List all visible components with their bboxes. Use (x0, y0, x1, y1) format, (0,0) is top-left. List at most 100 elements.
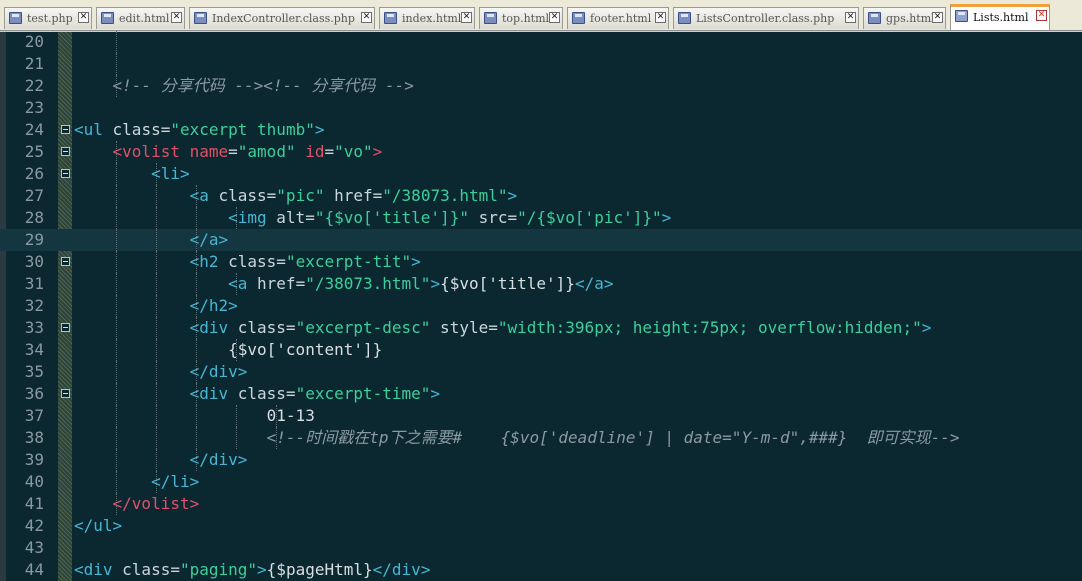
line-number: 29 (24, 230, 44, 249)
line-number: 41 (24, 494, 44, 513)
line-number: 38 (24, 428, 44, 447)
fold-toggle-icon[interactable] (61, 323, 70, 332)
line-number: 35 (24, 362, 44, 381)
line-number: 24 (24, 120, 44, 139)
tab-lists-html[interactable]: Lists.html ✕ (950, 4, 1050, 30)
code-line[interactable]: 31 <a href="/38073.html">{$vo['title']}<… (0, 273, 1082, 295)
code-line[interactable]: 41 </volist> (0, 493, 1082, 515)
close-icon[interactable]: ✕ (845, 12, 856, 23)
code-text: <div class="excerpt-time"> (189, 384, 441, 403)
fold-toggle-icon[interactable] (61, 169, 70, 178)
html-file-icon (868, 12, 881, 24)
php-file-icon (194, 12, 207, 24)
tab-label: edit.html (119, 12, 170, 25)
code-text: <volist name="amod" id="vo"> (112, 142, 383, 161)
html-file-icon (101, 12, 114, 24)
indent-guide (116, 53, 117, 75)
tab-label: Lists.html (973, 11, 1029, 24)
line-number: 22 (24, 76, 44, 95)
code-text: </div> (189, 362, 248, 381)
close-icon[interactable]: ✕ (78, 12, 89, 23)
close-icon[interactable]: ✕ (549, 12, 560, 23)
tab-indexcontroller-class-php[interactable]: IndexController.class.php ✕ (189, 7, 375, 29)
tab-gps-html[interactable]: gps.html ✕ (863, 7, 946, 29)
code-text: {$vo['content']} (228, 340, 383, 359)
tab-label: IndexController.class.php (212, 12, 355, 25)
line-number: 28 (24, 208, 44, 227)
line-number: 27 (24, 186, 44, 205)
close-icon[interactable]: ✕ (171, 12, 182, 23)
code-line[interactable]: 43 (0, 537, 1082, 559)
code-line[interactable]: 20 (0, 31, 1082, 53)
code-line[interactable]: 42 </ul> (0, 515, 1082, 537)
code-line[interactable]: 29 </a> (0, 229, 1082, 251)
code-line[interactable]: 21 (0, 53, 1082, 75)
indent-guide (116, 31, 117, 53)
code-text: <h2 class="excerpt-tit"> (189, 252, 421, 271)
fold-toggle-icon[interactable] (61, 257, 70, 266)
tab-label: ListsController.class.php (696, 12, 835, 25)
code-text: </a> (189, 230, 229, 249)
tab-index-html[interactable]: index.html ✕ (379, 7, 475, 29)
code-text: </volist> (112, 494, 200, 513)
line-number: 44 (24, 560, 44, 579)
fold-toggle-icon[interactable] (61, 147, 70, 156)
line-number: 34 (24, 340, 44, 359)
code-text: <div class="excerpt-desc" style="width:3… (189, 318, 932, 337)
code-text: <li> (151, 164, 190, 183)
line-number: 40 (24, 472, 44, 491)
code-line[interactable]: 36 <div class="excerpt-time"> (0, 383, 1082, 405)
code-text: <a href="/38073.html">{$vo['title']}</a> (228, 274, 614, 293)
html-file-icon (484, 12, 497, 24)
code-line[interactable]: 24 <ul class="excerpt thumb"> (0, 119, 1082, 141)
code-line[interactable]: 28 <img alt="{$vo['title']}" src="/{$vo[… (0, 207, 1082, 229)
editor-tab-bar: test.php ✕ edit.html ✕ IndexController.c… (0, 0, 1082, 31)
code-line[interactable]: 33 <div class="excerpt-desc" style="widt… (0, 317, 1082, 339)
code-line[interactable]: 44 <div class="paging">{$pageHtml}</div> (0, 559, 1082, 581)
line-number: 33 (24, 318, 44, 337)
code-line[interactable]: 40 </li> (0, 471, 1082, 493)
code-line[interactable]: 27 <a class="pic" href="/38073.html"> (0, 185, 1082, 207)
code-line[interactable]: 25 <volist name="amod" id="vo"> (0, 141, 1082, 163)
code-line[interactable]: 30 <h2 class="excerpt-tit"> (0, 251, 1082, 273)
line-number: 42 (24, 516, 44, 535)
php-file-icon (678, 12, 691, 24)
code-line[interactable]: 26 <li> (0, 163, 1082, 185)
code-line[interactable]: 22 <!-- 分享代码 --><!-- 分享代码 --> (0, 75, 1082, 97)
fold-toggle-icon[interactable] (61, 125, 70, 134)
code-text: </div> (189, 450, 248, 469)
close-icon[interactable]: ✕ (461, 12, 472, 23)
line-number: 37 (24, 406, 44, 425)
html-file-icon (955, 10, 968, 22)
line-number: 39 (24, 450, 44, 469)
close-icon[interactable]: ✕ (655, 12, 666, 23)
code-line[interactable]: 39 </div> (0, 449, 1082, 471)
code-text: </h2> (189, 296, 238, 315)
tab-test-php[interactable]: test.php ✕ (4, 7, 92, 29)
code-line[interactable]: 32 </h2> (0, 295, 1082, 317)
tab-edit-html[interactable]: edit.html ✕ (96, 7, 185, 29)
code-line[interactable]: 35 </div> (0, 361, 1082, 383)
code-text: <!--时间戳在tp下之需要# {$vo['deadline'] | date=… (266, 428, 960, 447)
tab-label: gps.html (886, 12, 935, 25)
tab-label: test.php (27, 12, 73, 25)
code-line[interactable]: 38 <!--时间戳在tp下之需要# {$vo['deadline'] | da… (0, 427, 1082, 449)
line-number: 32 (24, 296, 44, 315)
close-icon[interactable]: ✕ (932, 12, 943, 23)
close-icon[interactable]: ✕ (361, 12, 372, 23)
php-file-icon (9, 12, 22, 24)
line-number: 26 (24, 164, 44, 183)
code-line[interactable]: 37 01-13 (0, 405, 1082, 427)
tab-listscontroller-class-php[interactable]: ListsController.class.php ✕ (673, 7, 859, 29)
line-number: 30 (24, 252, 44, 271)
code-editor[interactable]: 20 21 22 <!-- 分享代码 --><!-- 分享代码 --> 23 24 <ul… (0, 31, 1082, 581)
tab-label: footer.html (590, 12, 652, 25)
code-line[interactable]: 23 (0, 97, 1082, 119)
tab-top-html[interactable]: top.html ✕ (479, 7, 563, 29)
fold-toggle-icon[interactable] (61, 389, 70, 398)
line-number: 31 (24, 274, 44, 293)
close-icon[interactable]: ✕ (1036, 10, 1047, 21)
tab-footer-html[interactable]: footer.html ✕ (567, 7, 669, 29)
code-text: <ul class="excerpt thumb"> (74, 120, 325, 139)
code-line[interactable]: 34 {$vo['content']} (0, 339, 1082, 361)
